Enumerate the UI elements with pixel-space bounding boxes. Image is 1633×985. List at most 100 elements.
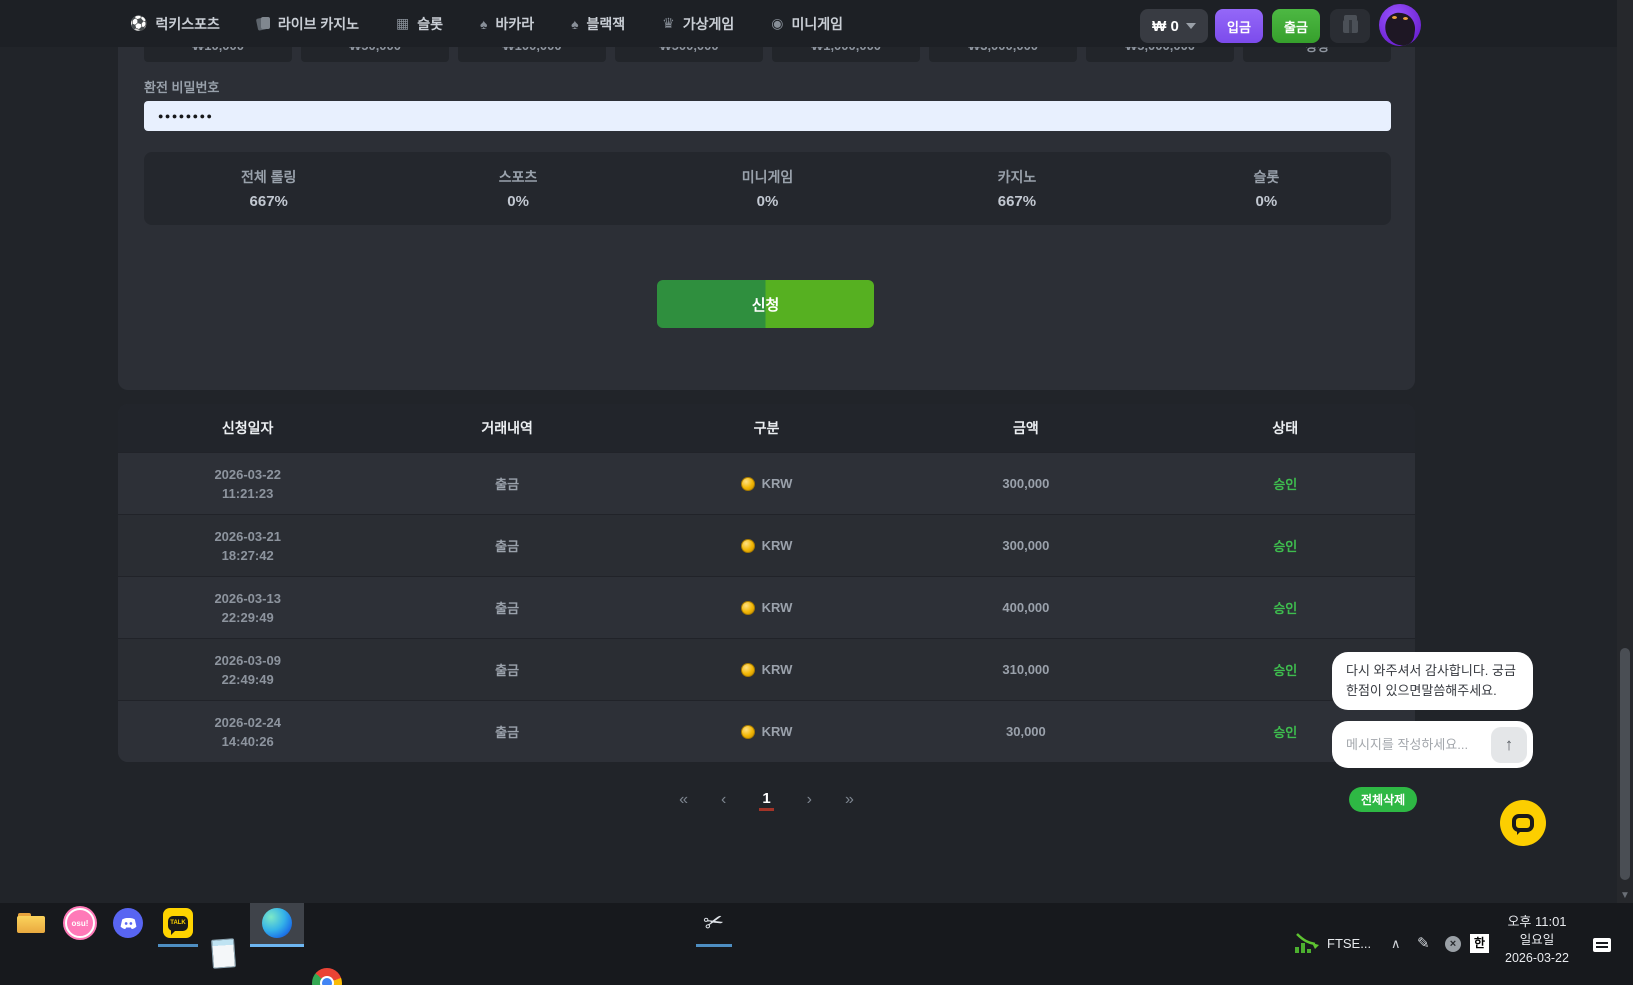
stat-label: 전체 롤링	[241, 167, 296, 187]
nav-item-minigames[interactable]: ◉미니게임	[771, 14, 843, 34]
page-scrollbar: ▼	[1617, 0, 1633, 903]
currency: KRW	[762, 476, 793, 491]
navbar-right: ₩ 0 입금 출금	[1140, 6, 1421, 46]
nav-item-slots[interactable]: ▦슬롯	[396, 14, 443, 34]
apply-button[interactable]: 신청	[657, 280, 874, 328]
scrollbar-down-arrow[interactable]: ▼	[1617, 888, 1633, 903]
stock-ticker-icon[interactable]	[1293, 931, 1321, 955]
cell-type: 출금	[377, 515, 636, 576]
stat-value: 0%	[757, 193, 779, 210]
cell-date: 2026-03-2118:27:42	[118, 515, 377, 576]
chat-send-button[interactable]: ↑	[1491, 727, 1527, 763]
cell-date: 2026-03-2211:21:23	[118, 453, 377, 514]
cell-date: 2026-03-1322:29:49	[118, 577, 377, 638]
stat-total-rolling: 전체 롤링 667%	[144, 152, 393, 225]
kakaotalk-icon[interactable]: TALK	[163, 908, 193, 938]
deposit-button[interactable]: 입금	[1215, 9, 1263, 43]
tray-date: 2026-03-22	[1492, 949, 1582, 967]
table-row: 2026-03-0922:49:49 출금 KRW 310,000 승인	[118, 638, 1415, 700]
nav-item-live-casino[interactable]: 라이브 카지노	[257, 14, 359, 34]
cell-currency: KRW	[637, 577, 896, 638]
nav-item-blackjack[interactable]: ♠블랙잭	[571, 14, 625, 34]
nav-item-baccarat[interactable]: ♠ 바카라	[480, 14, 534, 34]
tray-day: 일요일	[1492, 931, 1582, 949]
osu-icon[interactable]: osu!	[65, 908, 95, 938]
page-first-button[interactable]: «	[679, 791, 688, 809]
nav-item-lucky-sports[interactable]: ⚽럭키스포츠	[130, 14, 220, 34]
stat-slot: 슬롯 0%	[1142, 152, 1391, 225]
chat-clear-all-button[interactable]: 전체삭제	[1349, 787, 1417, 812]
date: 2026-03-13	[214, 589, 281, 608]
discord-glyph	[119, 914, 138, 933]
cell-currency: KRW	[637, 453, 896, 514]
chat-fab-button[interactable]	[1500, 800, 1546, 846]
stat-sports: 스포츠 0%	[393, 152, 642, 225]
notification-center-icon[interactable]	[1593, 938, 1611, 952]
page-next-button[interactable]: ›	[807, 791, 812, 809]
spade-icon: ♠	[480, 16, 487, 32]
user-avatar[interactable]	[1379, 4, 1421, 46]
tray-show-hidden-icons[interactable]: ∧	[1391, 936, 1401, 952]
stat-label: 슬롯	[1253, 167, 1279, 187]
arrow-up-icon: ↑	[1505, 735, 1514, 755]
tray-pen-icon[interactable]: ✎	[1417, 934, 1430, 952]
kakaotalk-running-indicator	[158, 944, 198, 947]
crown-icon: ♛	[662, 15, 675, 32]
nav-label: 바카라	[495, 14, 534, 34]
notepad-icon[interactable]	[208, 938, 238, 968]
page-current[interactable]: 1	[759, 790, 773, 811]
time: 22:29:49	[222, 608, 274, 627]
edge-icon[interactable]	[262, 908, 292, 938]
tray-ticker-label[interactable]: FTSE...	[1327, 936, 1371, 951]
windows-taskbar	[0, 903, 1633, 985]
col-header-status: 상태	[1156, 404, 1415, 452]
page-last-button[interactable]: »	[845, 791, 854, 809]
nav-item-virtual-games[interactable]: ♛가상게임	[662, 14, 734, 34]
balance-dropdown[interactable]: ₩ 0	[1140, 9, 1208, 43]
currency: KRW	[762, 662, 793, 677]
slot-machine-icon: ▦	[396, 15, 409, 32]
currency: KRW	[762, 600, 793, 615]
discord-icon[interactable]	[113, 908, 143, 938]
cell-type: 출금	[377, 639, 636, 700]
gift-icon	[1343, 20, 1358, 33]
krw-coin-icon	[741, 601, 755, 615]
nav-menu: ⚽럭키스포츠 라이브 카지노 ▦슬롯 ♠ 바카라 ♠블랙잭 ♛가상게임 ◉미니게임	[130, 14, 843, 34]
rolling-stats-panel: 전체 롤링 667% 스포츠 0% 미니게임 0% 카지노 667% 슬롯 0%	[144, 152, 1391, 225]
edge-active-indicator	[250, 944, 304, 947]
ime-korean-indicator[interactable]: 한	[1470, 934, 1489, 953]
table-row: 2026-03-1322:29:49 출금 KRW 400,000 승인	[118, 576, 1415, 638]
page-prev-button[interactable]: ‹	[721, 791, 726, 809]
cell-currency: KRW	[637, 515, 896, 576]
cell-type: 출금	[377, 577, 636, 638]
chat-message-input[interactable]	[1346, 737, 1491, 752]
time: 11:21:23	[222, 484, 273, 503]
withdraw-button[interactable]: 출금	[1272, 9, 1320, 43]
playing-cards-icon	[257, 17, 270, 31]
currency-symbol: ₩	[1152, 18, 1166, 35]
soccer-ball-icon: ⚽	[130, 15, 147, 32]
krw-coin-icon	[741, 725, 755, 739]
exchange-password-input[interactable]	[144, 101, 1391, 131]
pagination: « ‹ 1 › »	[118, 786, 1415, 814]
time: 18:27:42	[222, 546, 274, 565]
speech-bubble-icon	[1512, 814, 1534, 832]
tray-close-icon[interactable]: ×	[1445, 936, 1461, 952]
file-explorer-icon[interactable]	[16, 908, 46, 938]
time: 14:40:26	[222, 732, 274, 751]
stat-minigame: 미니게임 0%	[643, 152, 892, 225]
gift-button[interactable]	[1330, 9, 1370, 43]
cell-amount: 300,000	[896, 515, 1155, 576]
stat-value: 667%	[998, 193, 1036, 210]
cell-type: 출금	[377, 701, 636, 762]
stat-casino: 카지노 667%	[892, 152, 1141, 225]
tray-clock[interactable]: 오후 11:01 일요일 2026-03-22	[1492, 913, 1582, 967]
scrollbar-thumb[interactable]	[1620, 648, 1630, 880]
osu-label: osu!	[72, 919, 89, 928]
kakao-bubble: TALK	[168, 916, 188, 931]
table-row: 2026-02-2414:40:26 출금 KRW 30,000 승인	[118, 700, 1415, 762]
currency: KRW	[762, 538, 793, 553]
stat-value: 667%	[250, 193, 288, 210]
cell-type: 출금	[377, 453, 636, 514]
cell-status: 승인	[1156, 453, 1415, 514]
